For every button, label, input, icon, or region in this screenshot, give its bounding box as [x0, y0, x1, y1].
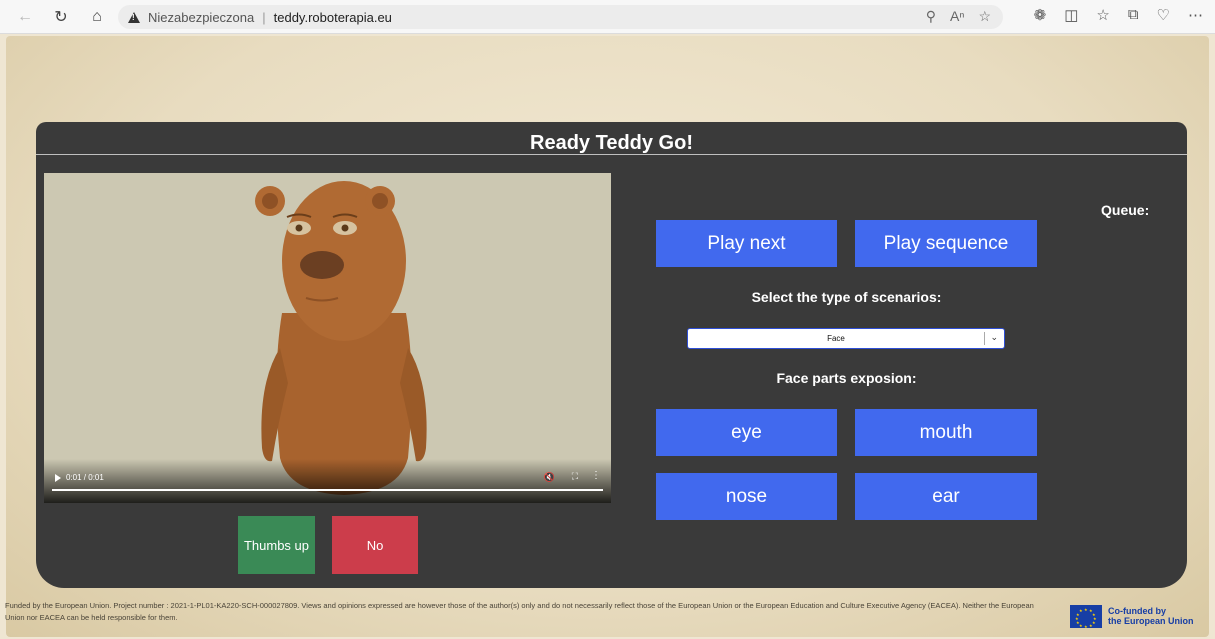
funding-disclaimer: Funded by the European Union. Project nu… [5, 601, 1034, 622]
read-aloud-icon[interactable]: Aⁿ [950, 8, 964, 25]
nose-button[interactable]: nose [656, 473, 837, 520]
browser-essentials-icon[interactable]: ♡ [1157, 6, 1170, 24]
more-options-icon[interactable]: ⋮ [591, 470, 601, 481]
video-player[interactable]: 0:01 / 0:01 🔇 ⛶ ⋮ [44, 173, 611, 503]
title-divider [36, 154, 1187, 155]
video-time: 0:01 / 0:01 [66, 473, 104, 482]
fullscreen-icon[interactable]: ⛶ [572, 471, 578, 482]
ear-button[interactable]: ear [855, 473, 1037, 520]
play-icon[interactable] [55, 474, 61, 482]
thumbs-up-button[interactable]: Thumbs up [238, 516, 315, 574]
back-arrow-icon[interactable]: ← [14, 6, 36, 28]
browser-toolbar: ← ↻ ⌂ Niezabezpieczona | teddy.roboterap… [0, 0, 1215, 34]
insecure-label: Niezabezpieczona [148, 9, 255, 25]
refresh-icon[interactable]: ↻ [50, 6, 72, 28]
eu-flag-icon: ★ ★ ★ ★ ★ ★ ★ ★ ★ ★ ★ ★ [1070, 604, 1102, 629]
favorite-star-icon[interactable]: ☆ [978, 8, 991, 25]
app-title: Ready Teddy Go! [530, 132, 693, 154]
eu-line-1: Co-funded by [1108, 606, 1166, 616]
video-controls: 0:01 / 0:01 🔇 ⛶ ⋮ [44, 459, 611, 503]
select-divider [984, 332, 985, 345]
split-screen-icon[interactable]: ◫ [1064, 6, 1078, 24]
address-bar[interactable]: Niezabezpieczona | teddy.roboterapia.eu … [118, 5, 1003, 29]
home-icon[interactable]: ⌂ [86, 6, 108, 28]
teddy-bear-video-frame [44, 173, 611, 503]
queue-label: Queue: [1101, 202, 1150, 218]
eu-cofunded-logo: ★ ★ ★ ★ ★ ★ ★ ★ ★ ★ ★ ★ Co-funded by the… [1070, 602, 1210, 630]
mute-icon[interactable]: 🔇 [544, 472, 555, 483]
eu-line-2: the European Union [1108, 616, 1194, 626]
collections-icon[interactable]: ⧉ [1128, 6, 1139, 24]
mouth-button[interactable]: mouth [855, 409, 1037, 456]
address-separator: | [262, 9, 266, 25]
app-panel: Ready Teddy Go! 0:01 / 0:01 🔇 ⛶ ⋮ Thumbs… [36, 122, 1187, 588]
no-button[interactable]: No [332, 516, 418, 574]
chevron-down-icon[interactable]: ⌄ [990, 332, 998, 343]
zoom-icon[interactable]: ⚲ [926, 8, 936, 25]
eye-button[interactable]: eye [656, 409, 837, 456]
scenario-select-value: Face [827, 334, 845, 343]
play-next-button[interactable]: Play next [656, 220, 837, 267]
url-text[interactable]: teddy.roboterapia.eu [274, 10, 392, 25]
extensions-icon[interactable]: ❁ [1034, 6, 1047, 24]
scenario-type-label: Select the type of scenarios: [751, 289, 942, 305]
favorites-list-icon[interactable]: ☆ [1096, 6, 1109, 24]
face-parts-label: Face parts exposion: [776, 370, 917, 386]
more-menu-icon[interactable]: ⋯ [1188, 6, 1203, 24]
warning-icon[interactable] [128, 11, 140, 23]
play-sequence-button[interactable]: Play sequence [855, 220, 1037, 267]
scenario-type-select[interactable]: Face ⌄ [687, 328, 1005, 349]
video-progress-bar[interactable] [52, 489, 603, 491]
